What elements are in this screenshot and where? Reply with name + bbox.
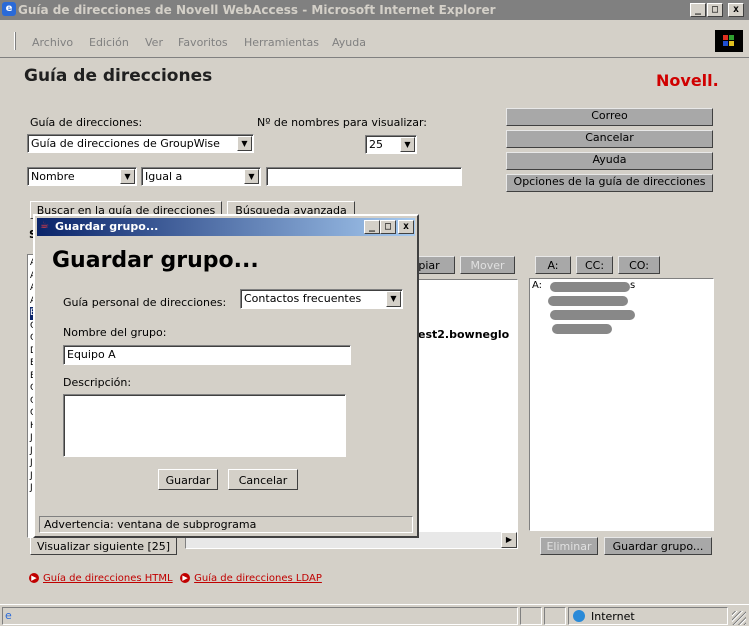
operator-select-value: Igual a bbox=[145, 170, 183, 183]
menu-herramientas[interactable]: Herramientas bbox=[244, 36, 319, 49]
personal-book-value: Contactos frecuentes bbox=[244, 292, 362, 305]
status-main: e bbox=[2, 607, 518, 625]
java-icon: ☕ bbox=[40, 220, 49, 231]
address-list-header: est2.bowneglo bbox=[418, 328, 510, 341]
personal-book-label: Guía personal de direcciones: bbox=[63, 296, 227, 309]
scroll-right-button[interactable]: ▶ bbox=[501, 532, 517, 548]
book-select[interactable]: Guía de direcciones de GroupWise ▼ bbox=[27, 134, 254, 153]
ie-icon: e bbox=[2, 2, 16, 16]
chevron-down-icon[interactable]: ▼ bbox=[237, 136, 252, 151]
cc-button[interactable]: CC: bbox=[576, 256, 613, 274]
description-textarea[interactable] bbox=[63, 394, 346, 457]
redacted-recipient bbox=[550, 310, 635, 320]
description-label: Descripción: bbox=[63, 376, 132, 389]
recipient-prefix: A: bbox=[532, 280, 543, 291]
next-button[interactable]: Visualizar siguiente [25] bbox=[30, 537, 177, 555]
status-zone: Internet bbox=[568, 607, 728, 625]
dialog-close-button[interactable]: x bbox=[398, 220, 414, 234]
cancel-button[interactable]: Cancelar bbox=[506, 130, 713, 148]
close-button[interactable]: x bbox=[728, 3, 744, 17]
dialog-save-button[interactable]: Guardar bbox=[158, 469, 218, 490]
chevron-down-icon[interactable]: ▼ bbox=[120, 169, 135, 184]
page-icon: e bbox=[5, 609, 12, 622]
group-name-label: Nombre del grupo: bbox=[63, 326, 167, 339]
redacted-recipient bbox=[552, 324, 612, 334]
dialog-cancel-button[interactable]: Cancelar bbox=[228, 469, 298, 490]
redacted-recipient bbox=[550, 282, 630, 292]
status-cell bbox=[520, 607, 542, 625]
page-title: Guía de direcciones bbox=[24, 66, 213, 86]
dialog-minimize-button[interactable]: _ bbox=[364, 220, 380, 234]
resize-grip[interactable] bbox=[732, 611, 746, 625]
applet-warning: Advertencia: ventana de subprograma bbox=[39, 516, 413, 533]
move-button[interactable]: Mover bbox=[460, 256, 515, 274]
options-button[interactable]: Opciones de la guía de direcciones bbox=[506, 174, 713, 192]
count-select-value: 25 bbox=[369, 138, 383, 151]
zone-label: Internet bbox=[591, 610, 635, 623]
dialog-title-bar: ☕ Guardar grupo... _ □ x bbox=[37, 218, 415, 236]
mail-button[interactable]: Correo bbox=[506, 108, 713, 126]
personal-book-select[interactable]: Contactos frecuentes ▼ bbox=[240, 289, 403, 309]
arrow-right-icon: ▶ bbox=[180, 573, 191, 583]
save-group-button[interactable]: Guardar grupo... bbox=[604, 537, 712, 555]
field-select[interactable]: Nombre ▼ bbox=[27, 167, 137, 186]
menu-archivo[interactable]: Archivo bbox=[32, 36, 73, 49]
arrow-right-icon: ▶ bbox=[29, 573, 39, 583]
count-select[interactable]: 25 ▼ bbox=[365, 135, 417, 154]
window-title: Guía de direcciones de Novell WebAccess … bbox=[18, 3, 496, 17]
menu-favoritos[interactable]: Favoritos bbox=[178, 36, 228, 49]
title-bar: e Guía de direcciones de Novell WebAcces… bbox=[0, 0, 749, 20]
globe-icon bbox=[573, 610, 585, 622]
recipients-list[interactable]: A: s bbox=[529, 278, 714, 531]
search-input[interactable] bbox=[266, 167, 462, 186]
chevron-down-icon[interactable]: ▼ bbox=[386, 291, 401, 307]
status-cell bbox=[544, 607, 566, 625]
remove-button[interactable]: Eliminar bbox=[540, 537, 598, 555]
field-select-value: Nombre bbox=[31, 170, 75, 183]
help-button[interactable]: Ayuda bbox=[506, 152, 713, 170]
dialog-title: Guardar grupo... bbox=[55, 220, 159, 233]
menu-bar: Archivo Edición Ver Favoritos Herramient… bbox=[0, 20, 749, 58]
redacted-recipient bbox=[548, 296, 628, 306]
menu-ayuda[interactable]: Ayuda bbox=[332, 36, 366, 49]
dialog-maximize-button[interactable]: □ bbox=[380, 220, 396, 234]
recipient-suffix: s bbox=[630, 280, 636, 291]
menu-ver[interactable]: Ver bbox=[145, 36, 163, 49]
to-button[interactable]: A: bbox=[535, 256, 571, 274]
novell-logo: Novell. bbox=[656, 71, 719, 90]
count-label: Nº de nombres para visualizar: bbox=[257, 116, 427, 129]
menu-grip bbox=[14, 32, 16, 50]
maximize-button[interactable]: □ bbox=[707, 3, 723, 17]
group-name-input[interactable]: Equipo A bbox=[63, 345, 351, 365]
bc-button[interactable]: CO: bbox=[618, 256, 660, 274]
chevron-down-icon[interactable]: ▼ bbox=[400, 137, 415, 152]
book-select-value: Guía de direcciones de GroupWise bbox=[31, 137, 220, 150]
save-group-dialog: ☕ Guardar grupo... _ □ x Guardar grupo..… bbox=[33, 214, 419, 538]
minimize-button[interactable]: _ bbox=[690, 3, 706, 17]
windows-logo-icon bbox=[715, 30, 743, 52]
operator-select[interactable]: Igual a ▼ bbox=[141, 167, 261, 186]
link-html-row: ▶ Guía de direcciones HTML ▶ Guía de direc… bbox=[29, 571, 322, 584]
menu-edicion[interactable]: Edición bbox=[89, 36, 129, 49]
status-bar: e Internet bbox=[0, 604, 749, 626]
link-html[interactable]: Guía de direcciones HTML bbox=[43, 573, 173, 584]
link-ldap[interactable]: Guía de direcciones LDAP bbox=[194, 573, 322, 584]
dialog-heading: Guardar grupo... bbox=[52, 248, 259, 273]
chevron-down-icon[interactable]: ▼ bbox=[244, 169, 259, 184]
book-label: Guía de direcciones: bbox=[30, 116, 143, 129]
